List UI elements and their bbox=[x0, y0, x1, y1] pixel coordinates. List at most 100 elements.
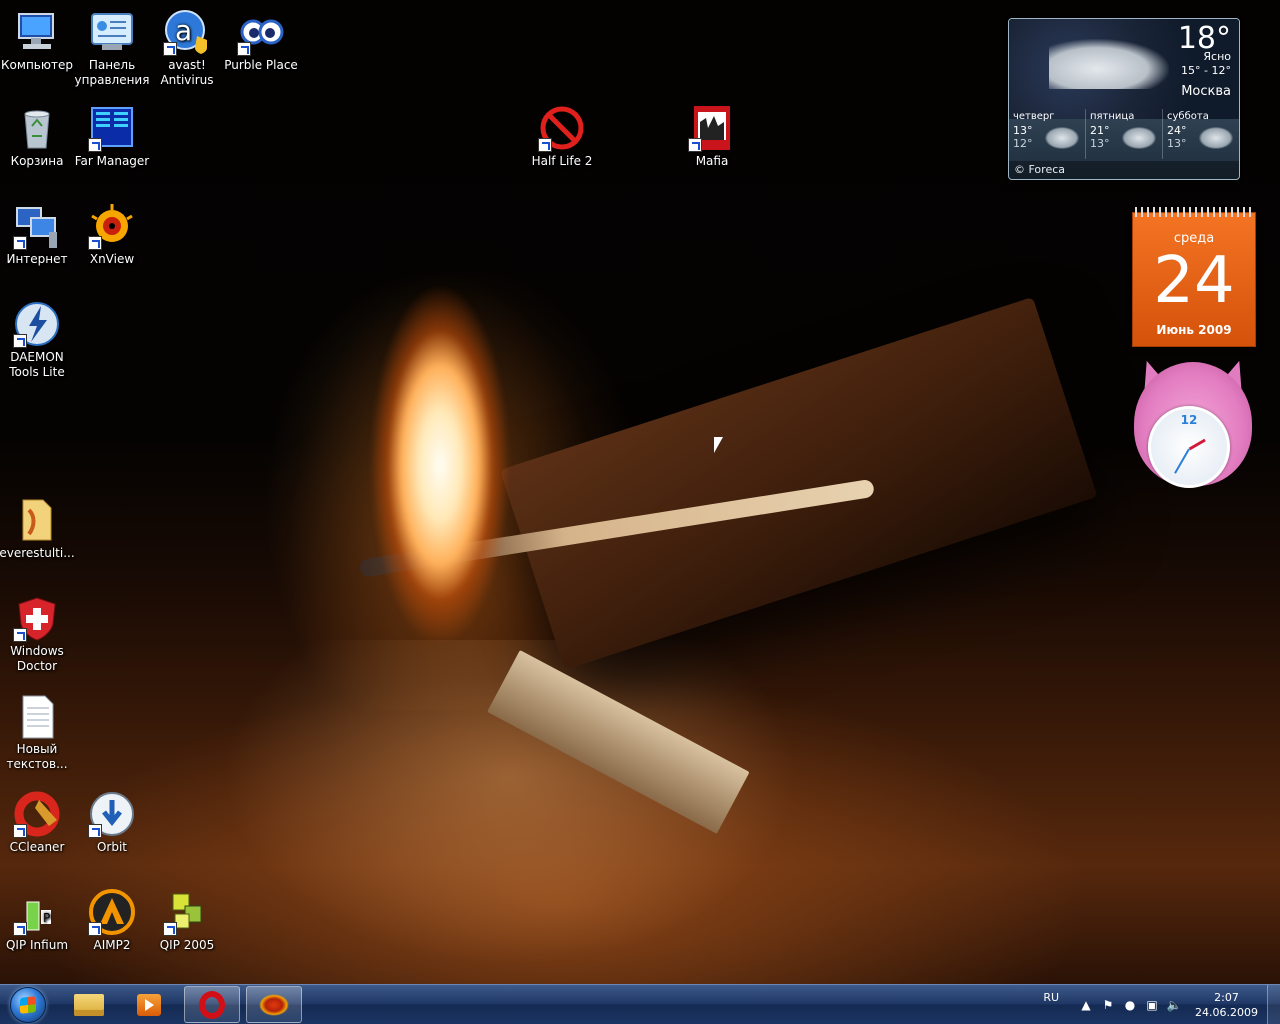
desktop-icon-aimp2[interactable]: AIMP2 bbox=[74, 888, 150, 953]
ccleaner-icon bbox=[13, 790, 61, 838]
weather-city: Москва bbox=[1181, 84, 1231, 99]
system-tray: RU ▲ ⚑ ● ▣ 🔈 2:07 24.06.2009 bbox=[1043, 985, 1280, 1024]
desktop-icon-label: Интернет bbox=[6, 252, 68, 266]
desktop-icon-purble-place[interactable]: Purble Place bbox=[223, 8, 299, 73]
weather-forecast-day: суббота 24° 13° bbox=[1163, 109, 1239, 159]
desktop-icon-label: CCleaner bbox=[9, 840, 65, 854]
recycle-bin-icon bbox=[13, 104, 61, 152]
shortcut-arrow-icon bbox=[88, 138, 102, 152]
taskbar: RU ▲ ⚑ ● ▣ 🔈 2:07 24.06.2009 bbox=[0, 984, 1280, 1024]
cloudy-icon bbox=[1122, 127, 1156, 149]
xnview-icon bbox=[259, 993, 289, 1016]
calendar-gadget[interactable]: среда 24 Июнь 2009 bbox=[1132, 207, 1256, 347]
shortcut-arrow-icon bbox=[88, 922, 102, 936]
opera-icon bbox=[199, 990, 225, 1019]
language-indicator[interactable]: RU bbox=[1043, 991, 1059, 1004]
shortcut-arrow-icon bbox=[13, 236, 27, 250]
calendar-binding-rings bbox=[1135, 207, 1253, 217]
qip-infium-icon: P bbox=[13, 888, 61, 936]
desktop-icon-internet[interactable]: Интернет bbox=[0, 202, 75, 267]
desktop-icon-label: Orbit bbox=[96, 840, 128, 854]
weather-day-name: пятница bbox=[1090, 111, 1135, 122]
cloud-icon bbox=[1049, 39, 1169, 89]
desktop-icon-computer[interactable]: Компьютер bbox=[0, 8, 75, 73]
start-button[interactable] bbox=[3, 985, 53, 1024]
calendar-month-year: Июнь 2009 bbox=[1156, 323, 1232, 337]
desktop-icon-everest-folder[interactable]: everestulti... bbox=[0, 496, 75, 561]
taskbar-button-explorer[interactable] bbox=[61, 986, 117, 1023]
taskbar-button-media-player[interactable] bbox=[121, 986, 177, 1023]
desktop-icon-label: Purble Place bbox=[224, 58, 298, 72]
desktop-icon-label: Half Life 2 bbox=[531, 154, 593, 168]
taskbar-clock[interactable]: 2:07 24.06.2009 bbox=[1195, 990, 1258, 1020]
weather-forecast: четверг 13° 12° пятница 21° 13° суббота … bbox=[1009, 109, 1239, 159]
svg-text:P: P bbox=[43, 911, 50, 925]
desktop-icon-ccleaner[interactable]: CCleaner bbox=[0, 790, 75, 855]
desktop-icon-half-life-2[interactable]: Half Life 2 bbox=[524, 104, 600, 169]
action-center-flag-icon[interactable]: ⚑ bbox=[1101, 998, 1115, 1012]
folder-icon bbox=[74, 993, 104, 1016]
desktop-icon-label: QIP 2005 bbox=[159, 938, 215, 952]
desktop-icon-windows-doctor[interactable]: Windows Doctor bbox=[0, 594, 75, 674]
desktop-icon-recycle-bin[interactable]: Корзина bbox=[0, 104, 75, 169]
shortcut-arrow-icon bbox=[538, 138, 552, 152]
text-document-icon bbox=[13, 692, 61, 740]
desktop-icon-label: Компьютер bbox=[1, 58, 73, 72]
desktop-icon-label: avast! Antivirus bbox=[160, 58, 214, 87]
control-panel-icon bbox=[88, 8, 136, 56]
desktop-icon-label: everestulti... bbox=[0, 546, 75, 560]
shortcut-arrow-icon bbox=[688, 138, 702, 152]
desktop-icon-label: Корзина bbox=[10, 154, 64, 168]
clock-minute-hand bbox=[1174, 448, 1190, 474]
weather-gadget[interactable]: 18° Ясно 15° - 12° Москва четверг 13° 12… bbox=[1008, 18, 1240, 180]
show-desktop-button[interactable] bbox=[1267, 985, 1280, 1024]
desktop-icon-label: AIMP2 bbox=[93, 938, 131, 952]
desktop-icon-label: Новый текстов... bbox=[6, 742, 68, 771]
shortcut-arrow-icon bbox=[237, 42, 251, 56]
desktop-icon-label: QIP Infium bbox=[5, 938, 69, 952]
clock-gadget[interactable]: 12 bbox=[1133, 356, 1253, 492]
desktop-icon-label: Панель управления bbox=[74, 58, 150, 87]
network-computers-icon bbox=[13, 202, 61, 250]
taskbar-button-xnview[interactable] bbox=[246, 986, 302, 1023]
daemon-tools-icon bbox=[13, 300, 61, 348]
desktop-icon-mafia[interactable]: Mafia bbox=[674, 104, 750, 169]
weather-forecast-day: пятница 21° 13° bbox=[1086, 109, 1163, 159]
qip-tray-icon[interactable]: ● bbox=[1123, 998, 1137, 1012]
shortcut-arrow-icon bbox=[13, 824, 27, 838]
tray-icons: ▲ ⚑ ● ▣ 🔈 bbox=[1079, 998, 1181, 1012]
desktop-icon-label: DAEMON Tools Lite bbox=[9, 350, 65, 379]
desktop-icon-avast[interactable]: a avast! Antivirus bbox=[149, 8, 225, 88]
aimp2-icon bbox=[88, 888, 136, 936]
desktop-icon-xnview[interactable]: XnView bbox=[74, 202, 150, 267]
desktop-icon-control-panel[interactable]: Панель управления bbox=[74, 8, 150, 88]
desktop-icon-qip-infium[interactable]: P QIP Infium bbox=[0, 888, 75, 953]
shortcut-arrow-icon bbox=[13, 922, 27, 936]
mafia-icon bbox=[688, 104, 736, 152]
desktop-icon-new-text-document[interactable]: Новый текстов... bbox=[0, 692, 75, 772]
avast-antivirus-icon: a bbox=[163, 8, 211, 56]
desktop-icon-far-manager[interactable]: Far Manager bbox=[74, 104, 150, 169]
orbit-downloader-icon bbox=[88, 790, 136, 838]
clock-hour-hand bbox=[1188, 438, 1206, 451]
desktop-icon-orbit[interactable]: Orbit bbox=[74, 790, 150, 855]
shortcut-arrow-icon bbox=[163, 922, 177, 936]
show-hidden-icons-icon[interactable]: ▲ bbox=[1079, 998, 1093, 1012]
mouse-cursor-icon bbox=[714, 437, 723, 453]
media-player-icon bbox=[137, 993, 161, 1016]
taskbar-button-opera[interactable] bbox=[184, 986, 240, 1023]
desktop-icon-daemon-tools[interactable]: DAEMON Tools Lite bbox=[0, 300, 75, 380]
desktop-icon-qip2005[interactable]: QIP 2005 bbox=[149, 888, 225, 953]
taskbar-time: 2:07 bbox=[1214, 990, 1239, 1004]
weather-source-link[interactable]: © Foreca bbox=[1009, 161, 1239, 179]
volume-icon[interactable]: 🔈 bbox=[1167, 998, 1182, 1012]
shortcut-arrow-icon bbox=[88, 236, 102, 250]
xnview-icon bbox=[88, 202, 136, 250]
clock-face: 12 bbox=[1148, 406, 1230, 488]
purble-place-icon bbox=[237, 8, 285, 56]
shortcut-arrow-icon bbox=[163, 42, 177, 56]
desktop-icon-label: XnView bbox=[89, 252, 135, 266]
folder-icon bbox=[13, 496, 61, 544]
shortcut-arrow-icon bbox=[13, 334, 27, 348]
network-icon[interactable]: ▣ bbox=[1145, 998, 1159, 1012]
